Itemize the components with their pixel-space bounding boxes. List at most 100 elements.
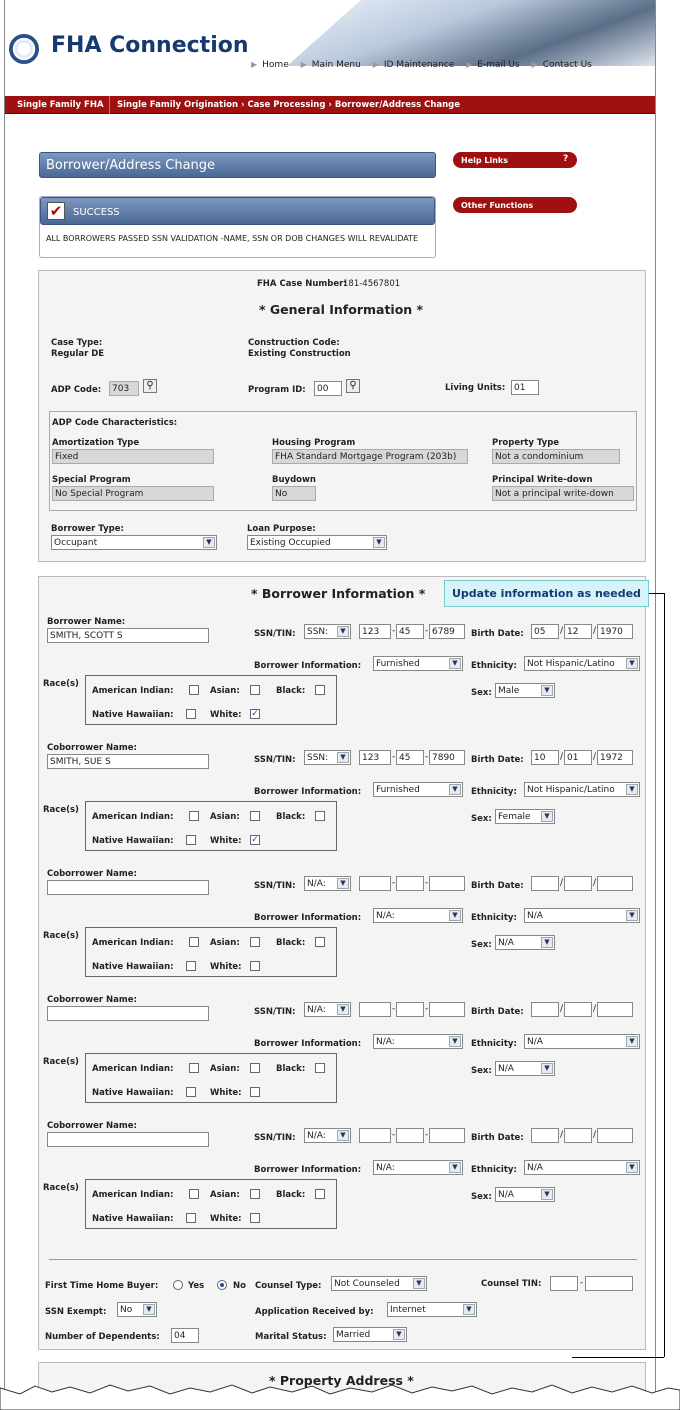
american-indian-checkbox[interactable] bbox=[189, 685, 199, 695]
dependents-field[interactable]: 04 bbox=[171, 1328, 199, 1343]
sex-select[interactable]: Male ▼ bbox=[495, 683, 555, 698]
ssn-part2-field[interactable]: 45 bbox=[396, 750, 424, 765]
ethnicity-select[interactable]: N/A ▼ bbox=[524, 1160, 640, 1175]
native-hawaiian-checkbox[interactable] bbox=[186, 961, 196, 971]
nav-main-menu-link[interactable]: Main Menu bbox=[312, 60, 361, 70]
name-field[interactable] bbox=[47, 1006, 209, 1021]
help-links-button[interactable]: Help Links ? bbox=[453, 152, 577, 168]
nav-contact-link[interactable]: Contact Us bbox=[543, 60, 592, 70]
adp-code-search-icon[interactable]: ⚲ bbox=[143, 379, 157, 393]
breadcrumb-root[interactable]: Single Family FHA bbox=[17, 100, 104, 110]
dob-month-field[interactable]: 05 bbox=[531, 624, 559, 639]
asian-checkbox[interactable] bbox=[250, 937, 260, 947]
dob-day-field[interactable]: 12 bbox=[564, 624, 592, 639]
white-checkbox[interactable] bbox=[250, 1213, 260, 1223]
name-field[interactable]: SMITH, SUE S bbox=[47, 754, 209, 769]
ssn-part1-field[interactable] bbox=[359, 1002, 391, 1017]
dob-day-field[interactable]: 01 bbox=[564, 750, 592, 765]
white-checkbox[interactable]: ✓ bbox=[250, 709, 260, 719]
white-checkbox[interactable] bbox=[250, 961, 260, 971]
ssn-part1-field[interactable]: 123 bbox=[359, 624, 391, 639]
native-hawaiian-checkbox[interactable] bbox=[186, 835, 196, 845]
dob-month-field[interactable] bbox=[531, 1002, 559, 1017]
sex-select[interactable]: N/A ▼ bbox=[495, 935, 555, 950]
dob-day-field[interactable] bbox=[564, 1128, 592, 1143]
counsel-type-select[interactable]: Not Counseled ▼ bbox=[331, 1276, 427, 1291]
borrower-info-select[interactable]: Furnished ▼ bbox=[373, 782, 463, 797]
native-hawaiian-checkbox[interactable] bbox=[186, 1087, 196, 1097]
name-field[interactable]: SMITH, SCOTT S bbox=[47, 628, 209, 643]
borrower-info-select[interactable]: N/A: ▼ bbox=[373, 1034, 463, 1049]
living-units-field[interactable]: 01 bbox=[511, 380, 539, 395]
native-hawaiian-checkbox[interactable] bbox=[186, 1213, 196, 1223]
american-indian-checkbox[interactable] bbox=[189, 937, 199, 947]
ssn-part1-field[interactable]: 123 bbox=[359, 750, 391, 765]
first-time-buyer-no-radio[interactable] bbox=[217, 1280, 227, 1290]
ssn-part3-field[interactable]: 7890 bbox=[429, 750, 465, 765]
dob-year-field[interactable] bbox=[597, 1002, 633, 1017]
adp-code-field[interactable]: 703 bbox=[109, 381, 139, 396]
black-checkbox[interactable] bbox=[315, 1063, 325, 1073]
ssn-part2-field[interactable] bbox=[396, 876, 424, 891]
dob-year-field[interactable]: 1970 bbox=[597, 624, 633, 639]
dob-month-field[interactable]: 10 bbox=[531, 750, 559, 765]
ethnicity-select[interactable]: N/A ▼ bbox=[524, 908, 640, 923]
loan-purpose-select[interactable]: Existing Occupied ▼ bbox=[247, 535, 387, 550]
ssn-part3-field[interactable] bbox=[429, 1128, 465, 1143]
ssn-exempt-select[interactable]: No ▼ bbox=[117, 1302, 157, 1317]
ssn-type-select[interactable]: N/A: ▼ bbox=[304, 876, 351, 891]
program-id-search-icon[interactable]: ⚲ bbox=[346, 379, 360, 393]
dob-year-field[interactable]: 1972 bbox=[597, 750, 633, 765]
other-functions-button[interactable]: Other Functions bbox=[453, 197, 577, 213]
black-checkbox[interactable] bbox=[315, 1189, 325, 1199]
application-received-select[interactable]: Internet ▼ bbox=[387, 1302, 477, 1317]
ethnicity-select[interactable]: Not Hispanic/Latino ▼ bbox=[524, 656, 640, 671]
borrower-info-select[interactable]: Furnished ▼ bbox=[373, 656, 463, 671]
sex-select[interactable]: N/A ▼ bbox=[495, 1061, 555, 1076]
ssn-type-select[interactable]: SSN: ▼ bbox=[304, 624, 351, 639]
asian-checkbox[interactable] bbox=[250, 1063, 260, 1073]
ssn-part2-field[interactable]: 45 bbox=[396, 624, 424, 639]
american-indian-checkbox[interactable] bbox=[189, 1189, 199, 1199]
borrower-info-select[interactable]: N/A: ▼ bbox=[373, 908, 463, 923]
black-checkbox[interactable] bbox=[315, 811, 325, 821]
ssn-part2-field[interactable] bbox=[396, 1128, 424, 1143]
dob-day-field[interactable] bbox=[564, 1002, 592, 1017]
sex-select[interactable]: Female ▼ bbox=[495, 809, 555, 824]
dob-year-field[interactable] bbox=[597, 1128, 633, 1143]
breadcrumb-path[interactable]: Single Family Origination › Case Process… bbox=[117, 100, 460, 110]
nav-home-link[interactable]: Home bbox=[262, 60, 289, 70]
borrower-type-select[interactable]: Occupant ▼ bbox=[51, 535, 217, 550]
counsel-tin-part2[interactable] bbox=[585, 1276, 633, 1291]
nav-id-maintenance-link[interactable]: ID Maintenance bbox=[384, 60, 454, 70]
black-checkbox[interactable] bbox=[315, 937, 325, 947]
dob-month-field[interactable] bbox=[531, 876, 559, 891]
sex-select[interactable]: N/A ▼ bbox=[495, 1187, 555, 1202]
dob-day-field[interactable] bbox=[564, 876, 592, 891]
ssn-part2-field[interactable] bbox=[396, 1002, 424, 1017]
ethnicity-select[interactable]: Not Hispanic/Latino ▼ bbox=[524, 782, 640, 797]
white-checkbox[interactable] bbox=[250, 1087, 260, 1097]
asian-checkbox[interactable] bbox=[250, 1189, 260, 1199]
american-indian-checkbox[interactable] bbox=[189, 811, 199, 821]
asian-checkbox[interactable] bbox=[250, 811, 260, 821]
name-field[interactable] bbox=[47, 880, 209, 895]
ethnicity-select[interactable]: N/A ▼ bbox=[524, 1034, 640, 1049]
black-checkbox[interactable] bbox=[315, 685, 325, 695]
asian-checkbox[interactable] bbox=[250, 685, 260, 695]
first-time-buyer-yes-radio[interactable] bbox=[173, 1280, 183, 1290]
native-hawaiian-checkbox[interactable] bbox=[186, 709, 196, 719]
white-checkbox[interactable]: ✓ bbox=[250, 835, 260, 845]
borrower-info-select[interactable]: N/A: ▼ bbox=[373, 1160, 463, 1175]
ssn-part3-field[interactable] bbox=[429, 876, 465, 891]
ssn-part3-field[interactable] bbox=[429, 1002, 465, 1017]
ssn-type-select[interactable]: N/A: ▼ bbox=[304, 1002, 351, 1017]
ssn-part1-field[interactable] bbox=[359, 1128, 391, 1143]
counsel-tin-part1[interactable] bbox=[550, 1276, 578, 1291]
dob-year-field[interactable] bbox=[597, 876, 633, 891]
name-field[interactable] bbox=[47, 1132, 209, 1147]
ssn-part3-field[interactable]: 6789 bbox=[429, 624, 465, 639]
program-id-field[interactable]: 00 bbox=[314, 381, 342, 396]
marital-status-select[interactable]: Married ▼ bbox=[333, 1327, 407, 1342]
ssn-type-select[interactable]: N/A: ▼ bbox=[304, 1128, 351, 1143]
